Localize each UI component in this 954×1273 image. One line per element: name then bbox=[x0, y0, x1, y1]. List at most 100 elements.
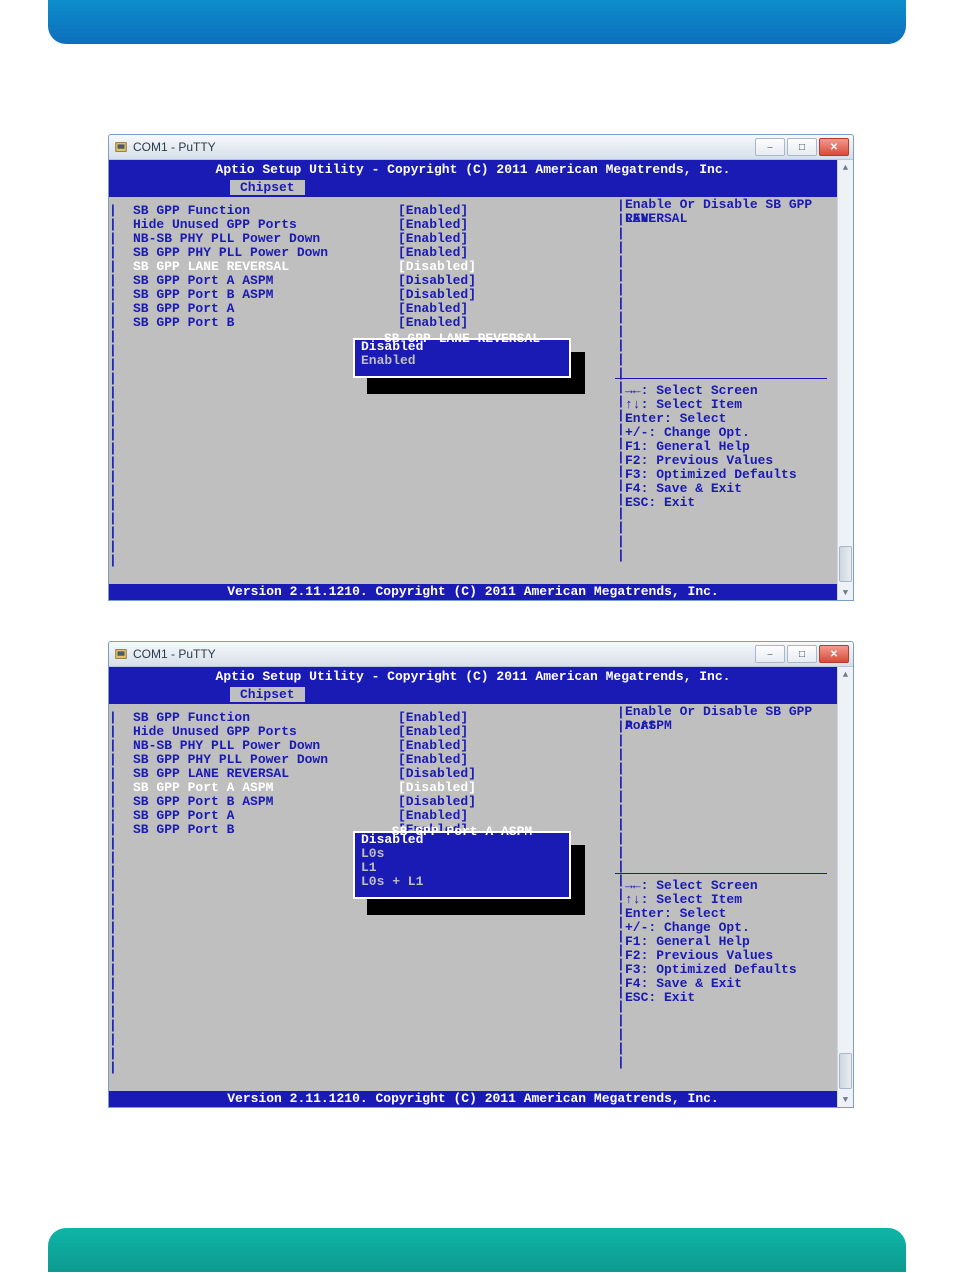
setting-label: SB GPP Function bbox=[117, 711, 398, 725]
bios-keymap: →←: Select Screen↑↓: Select ItemEnter: S… bbox=[625, 384, 837, 510]
bios-setting-row[interactable]: |SB GPP Port A[Enabled] bbox=[109, 302, 607, 316]
setting-value: [Disabled] bbox=[398, 288, 598, 302]
bios-tabrow: Chipset bbox=[109, 684, 837, 704]
setting-label: SB GPP Port A bbox=[117, 302, 398, 316]
bios-keymap-item: F1: General Help bbox=[625, 440, 837, 454]
bios-setting-row[interactable]: |SB GPP Function[Enabled] bbox=[109, 204, 607, 218]
bios-keymap-item: ↑↓: Select Item bbox=[625, 893, 837, 907]
bios-keymap: →←: Select Screen↑↓: Select ItemEnter: S… bbox=[625, 879, 837, 1005]
scroll-down-icon[interactable]: ▼ bbox=[838, 1092, 853, 1107]
bios-tab-chipset[interactable]: Chipset bbox=[229, 686, 306, 702]
terminal-area[interactable]: Aptio Setup Utility - Copyright (C) 2011… bbox=[109, 667, 853, 1107]
bios-setting-row[interactable]: |Hide Unused GPP Ports[Enabled] bbox=[109, 218, 607, 232]
bios-setting-row[interactable]: |SB GPP PHY PLL Power Down[Enabled] bbox=[109, 246, 607, 260]
bios-separator bbox=[615, 378, 827, 379]
setting-label: SB GPP Port B ASPM bbox=[117, 795, 398, 809]
bios-keymap-item: →←: Select Screen bbox=[625, 384, 837, 398]
scroll-down-icon[interactable]: ▼ bbox=[838, 585, 853, 600]
setting-label: NB-SB PHY PLL Power Down bbox=[117, 232, 398, 246]
bios-footer: Version 2.11.1210. Copyright (C) 2011 Am… bbox=[109, 1091, 837, 1107]
bios-setting-row[interactable]: |SB GPP LANE REVERSAL[Disabled] bbox=[109, 260, 607, 274]
setting-value: [Enabled] bbox=[398, 739, 598, 753]
bios-keymap-item: F4: Save & Exit bbox=[625, 482, 837, 496]
bios-help-text: A ASPM bbox=[625, 719, 837, 733]
setting-value: [Disabled] bbox=[398, 781, 598, 795]
window-close-button[interactable]: ✕ bbox=[819, 645, 849, 663]
bios-setting-row[interactable]: |NB-SB PHY PLL Power Down[Enabled] bbox=[109, 739, 607, 753]
bios-tab-chipset[interactable]: Chipset bbox=[229, 179, 306, 195]
window-minimize-button[interactable]: – bbox=[755, 138, 785, 156]
bios-setting-row[interactable]: |SB GPP LANE REVERSAL[Disabled] bbox=[109, 767, 607, 781]
scroll-thumb[interactable] bbox=[839, 1053, 852, 1089]
setting-label: SB GPP Function bbox=[117, 204, 398, 218]
bios-keymap-item: Enter: Select bbox=[625, 412, 837, 426]
setting-label: SB GPP LANE REVERSAL bbox=[117, 767, 398, 781]
bios-keymap-item: ESC: Exit bbox=[625, 991, 837, 1005]
setting-value: [Enabled] bbox=[398, 204, 598, 218]
setting-label: SB GPP Port A bbox=[117, 809, 398, 823]
top-banner bbox=[48, 0, 906, 44]
setting-value: [Enabled] bbox=[398, 753, 598, 767]
bios-tabrow: Chipset bbox=[109, 177, 837, 197]
bios-setting-row[interactable]: |Hide Unused GPP Ports[Enabled] bbox=[109, 725, 607, 739]
bios-keymap-item: ESC: Exit bbox=[625, 496, 837, 510]
setting-value: [Enabled] bbox=[398, 218, 598, 232]
putty-window: COM1 - PuTTY – □ ✕ Aptio Setup Utility -… bbox=[108, 134, 854, 601]
terminal-scrollbar[interactable]: ▲ ▼ bbox=[837, 160, 853, 600]
bios-keymap-item: +/-: Change Opt. bbox=[625, 426, 837, 440]
bios-body: |SB GPP Function[Enabled]|Hide Unused GP… bbox=[109, 705, 837, 1093]
bios-keymap-item: F1: General Help bbox=[625, 935, 837, 949]
window-maximize-button[interactable]: □ bbox=[787, 645, 817, 663]
window-maximize-button[interactable]: □ bbox=[787, 138, 817, 156]
bios-popup-option[interactable]: L0s + L1 bbox=[355, 875, 569, 889]
bios-header: Aptio Setup Utility - Copyright (C) 2011… bbox=[109, 667, 837, 684]
bios-setting-row[interactable]: |SB GPP Port B[Enabled] bbox=[109, 316, 607, 330]
bios-keymap-item: Enter: Select bbox=[625, 907, 837, 921]
putty-icon bbox=[113, 646, 129, 662]
bios-setting-row[interactable]: |SB GPP Port B ASPM[Disabled] bbox=[109, 288, 607, 302]
bios-setting-row[interactable]: |NB-SB PHY PLL Power Down[Enabled] bbox=[109, 232, 607, 246]
setting-value: [Enabled] bbox=[398, 725, 598, 739]
scroll-up-icon[interactable]: ▲ bbox=[838, 160, 853, 175]
window-minimize-button[interactable]: – bbox=[755, 645, 785, 663]
putty-titlebar[interactable]: COM1 - PuTTY – □ ✕ bbox=[109, 135, 853, 160]
bios-help-text: REVERSAL bbox=[625, 212, 837, 226]
setting-label: SB GPP Port B bbox=[117, 316, 398, 330]
terminal-area[interactable]: Aptio Setup Utility - Copyright (C) 2011… bbox=[109, 160, 853, 600]
bios-help-text: Enable Or Disable SB GPP LANE bbox=[625, 198, 837, 212]
bios-popup: SB GPP LANE REVERSAL DisabledEnabled bbox=[353, 338, 571, 378]
setting-label: SB GPP Port A ASPM bbox=[117, 781, 398, 795]
setting-label: SB GPP PHY PLL Power Down bbox=[117, 753, 398, 767]
bios-setting-row[interactable]: |SB GPP Function[Enabled] bbox=[109, 711, 607, 725]
setting-value: [Disabled] bbox=[398, 274, 598, 288]
bios-popup-option[interactable]: L1 bbox=[355, 861, 569, 875]
setting-value: [Enabled] bbox=[398, 711, 598, 725]
setting-label: Hide Unused GPP Ports bbox=[117, 218, 398, 232]
setting-value: [Enabled] bbox=[398, 246, 598, 260]
scroll-up-icon[interactable]: ▲ bbox=[838, 667, 853, 682]
bios-setting-row[interactable]: |SB GPP PHY PLL Power Down[Enabled] bbox=[109, 753, 607, 767]
bios-setting-row[interactable]: |SB GPP Port B ASPM[Disabled] bbox=[109, 795, 607, 809]
bios-setting-row[interactable]: |SB GPP Port A ASPM[Disabled] bbox=[109, 274, 607, 288]
terminal-scrollbar[interactable]: ▲ ▼ bbox=[837, 667, 853, 1107]
bios-popup-title: SB GPP LANE REVERSAL bbox=[365, 331, 559, 346]
scroll-thumb[interactable] bbox=[839, 546, 852, 582]
bios-popup-option[interactable]: Enabled bbox=[355, 354, 569, 368]
setting-label: SB GPP LANE REVERSAL bbox=[117, 260, 398, 274]
bios-keymap-item: +/-: Change Opt. bbox=[625, 921, 837, 935]
putty-window-title: COM1 - PuTTY bbox=[133, 647, 755, 661]
setting-value: [Enabled] bbox=[398, 809, 598, 823]
setting-value: [Enabled] bbox=[398, 232, 598, 246]
putty-window: COM1 - PuTTY – □ ✕ Aptio Setup Utility -… bbox=[108, 641, 854, 1108]
window-close-button[interactable]: ✕ bbox=[819, 138, 849, 156]
bios-setting-row[interactable]: |SB GPP Port A[Enabled] bbox=[109, 809, 607, 823]
bios-keymap-item: F2: Previous Values bbox=[625, 949, 837, 963]
bios-keymap-item: F2: Previous Values bbox=[625, 454, 837, 468]
setting-value: [Enabled] bbox=[398, 316, 598, 330]
bios-popup-option[interactable]: L0s bbox=[355, 847, 569, 861]
bios-keymap-item: F4: Save & Exit bbox=[625, 977, 837, 991]
putty-titlebar[interactable]: COM1 - PuTTY – □ ✕ bbox=[109, 642, 853, 667]
bios-body: |SB GPP Function[Enabled]|Hide Unused GP… bbox=[109, 198, 837, 586]
setting-value: [Disabled] bbox=[398, 795, 598, 809]
bios-setting-row[interactable]: |SB GPP Port A ASPM[Disabled] bbox=[109, 781, 607, 795]
